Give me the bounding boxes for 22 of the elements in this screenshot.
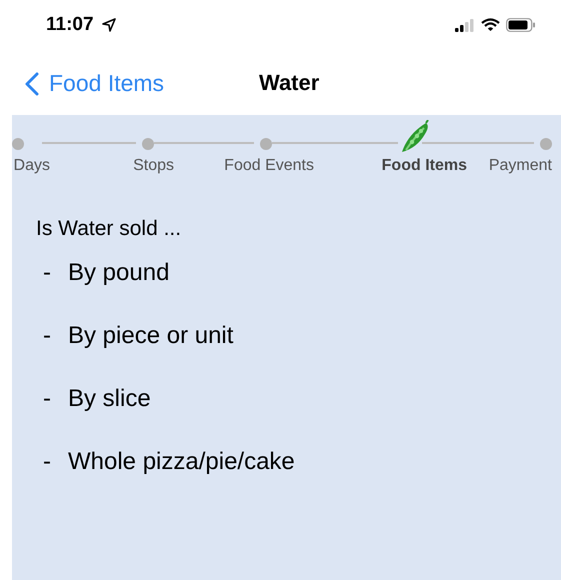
clock-time: 11:07 <box>46 14 94 36</box>
step-tab[interactable]: Stops <box>133 157 174 175</box>
dash-marker: - <box>42 384 52 412</box>
dash-marker: - <box>42 322 52 350</box>
step-tab[interactable]: Food Items <box>382 157 467 175</box>
question-text: Is Water sold ... <box>36 217 182 241</box>
option-text: By piece or unit <box>68 322 234 350</box>
option-text: Whole pizza/pie/cake <box>68 448 295 476</box>
chevron-left-icon <box>25 72 39 96</box>
option-text: By pound <box>68 258 170 286</box>
step-tab[interactable]: Payment <box>488 157 552 175</box>
screen-title: Water <box>259 70 320 96</box>
back-button[interactable]: Food Items <box>0 70 164 97</box>
battery-icon <box>506 18 536 32</box>
dash-marker: - <box>42 258 52 286</box>
wifi-icon <box>481 18 500 32</box>
option-text: By slice <box>68 384 151 412</box>
step-tab[interactable]: Days <box>14 157 50 175</box>
dash-marker: - <box>42 448 52 476</box>
signal-icon <box>455 18 475 32</box>
step-tab[interactable]: Food Events <box>224 157 314 175</box>
location-arrow-icon <box>102 18 116 32</box>
